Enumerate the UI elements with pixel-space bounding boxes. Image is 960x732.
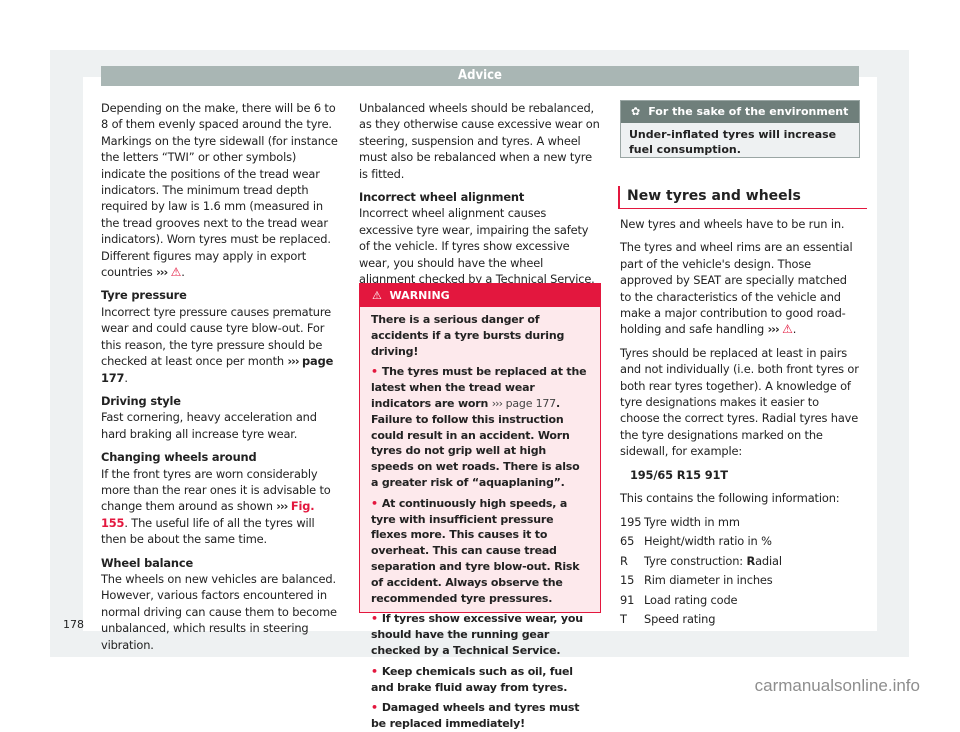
warning-label: WARNING xyxy=(389,289,450,302)
info-intro: This contains the following information: xyxy=(620,491,840,506)
run-in-paragraph: New tyres and wheels have to be run in. xyxy=(620,217,845,231)
page-ref-link[interactable]: page 177 xyxy=(506,397,557,410)
table-row: 65 Height/width ratio in % xyxy=(620,534,772,549)
warning-bullet: • The tyres must be replaced at the lates… xyxy=(371,365,587,489)
wheel-balance-paragraph: The wheels on new vehicles are balanced.… xyxy=(101,571,337,652)
cross-ref-arrows: ››› xyxy=(491,396,503,410)
tyre-pressure-paragraph: Incorrect tyre pressure causes premature… xyxy=(101,304,334,385)
column-1: Depending on the make, there will be 6 t… xyxy=(101,100,341,660)
table-row: 91 Load rating code xyxy=(620,592,738,607)
section-title-driving-style: Driving style xyxy=(101,393,181,408)
section-title-tyre-pressure: Tyre pressure xyxy=(101,288,187,303)
wheel-alignment-paragraph: Incorrect wheel alignment causes excessi… xyxy=(359,206,595,287)
bullet-icon: • xyxy=(371,612,378,626)
cross-ref-arrows: ››› xyxy=(767,322,780,337)
column-3-body: New tyres and wheels have to be run in. … xyxy=(620,216,860,631)
tread-intro-paragraph: Depending on the make, there will be 6 t… xyxy=(101,101,338,280)
warning-lead: There is a serious danger of accidents i… xyxy=(371,313,565,358)
table-row: T Speed rating xyxy=(620,612,716,627)
section-title-wheel-balance: Wheel balance xyxy=(101,555,194,570)
warning-box: ⚠ WARNING There is a serious danger of a… xyxy=(359,283,601,730)
warning-triangle-icon: ⚠ xyxy=(372,289,382,302)
environment-note-text: Under-inflated tyres will increase fuel … xyxy=(629,128,837,156)
cross-ref-arrows: ››› xyxy=(156,265,168,280)
warning-header: ⚠ WARNING xyxy=(360,284,600,307)
table-row: 15 Rim diameter in inches xyxy=(620,573,773,588)
bullet-icon: • xyxy=(371,365,378,379)
rebalance-paragraph: Unbalanced wheels should be rebalanced, … xyxy=(359,101,600,181)
table-row: 195 Tyre width in mm xyxy=(620,514,740,529)
warning-bullet: • Keep chemicals such as oil, fuel and br… xyxy=(371,664,573,694)
column-2: Unbalanced wheels should be rebalanced, … xyxy=(359,100,601,294)
flower-icon: ✿ xyxy=(631,105,641,118)
table-row: R Tyre construction: Radial xyxy=(620,553,782,568)
bullet-icon: • xyxy=(371,664,378,678)
section-title-new-tyres: New tyres and wheels xyxy=(618,186,867,209)
tyre-designation-table: 195 Tyre width in mm 65 Height/width ratio… xyxy=(620,514,782,632)
chapter-header: Advice xyxy=(101,66,859,86)
section-title-wheel-alignment: Incorrect wheel alignment xyxy=(359,190,525,205)
environment-note-box: ✿ For the sake of the environment Under-i… xyxy=(620,100,860,158)
driving-style-paragraph: Fast cornering, heavy acceleration and h… xyxy=(101,410,317,441)
warning-bullet: • At continuously high speeds, a tyre wit… xyxy=(371,496,580,605)
changing-wheels-paragraph: If the front tyres are worn considerably… xyxy=(101,466,331,547)
section-title-changing-wheels: Changing wheels around xyxy=(101,450,257,465)
cross-ref-arrows: ››› xyxy=(276,499,288,514)
cross-ref-arrows: ››› xyxy=(287,354,299,369)
tyre-designation-example: 195/65 R15 91T xyxy=(630,467,728,482)
rims-paragraph: The tyres and wheel rims are an essentia… xyxy=(620,240,853,337)
warning-bullet: • Damaged wheels and tyres must be replac… xyxy=(371,701,580,731)
environment-note-title: For the sake of the environment xyxy=(648,105,849,118)
warning-triangle-icon[interactable]: ⚠ xyxy=(171,265,182,279)
page-number: 178 xyxy=(63,618,84,631)
replacement-paragraph: Tyres should be replaced at least in pai… xyxy=(620,345,859,459)
environment-note-header: ✿ For the sake of the environment xyxy=(621,101,859,123)
warning-bullet: • If tyres show excessive wear, you shoul… xyxy=(371,612,583,657)
warning-triangle-icon[interactable]: ⚠ xyxy=(782,322,793,336)
warning-body: There is a serious danger of accidents i… xyxy=(360,307,600,732)
watermark: carmanualsonline.info xyxy=(754,676,920,695)
bullet-icon: • xyxy=(371,496,378,510)
